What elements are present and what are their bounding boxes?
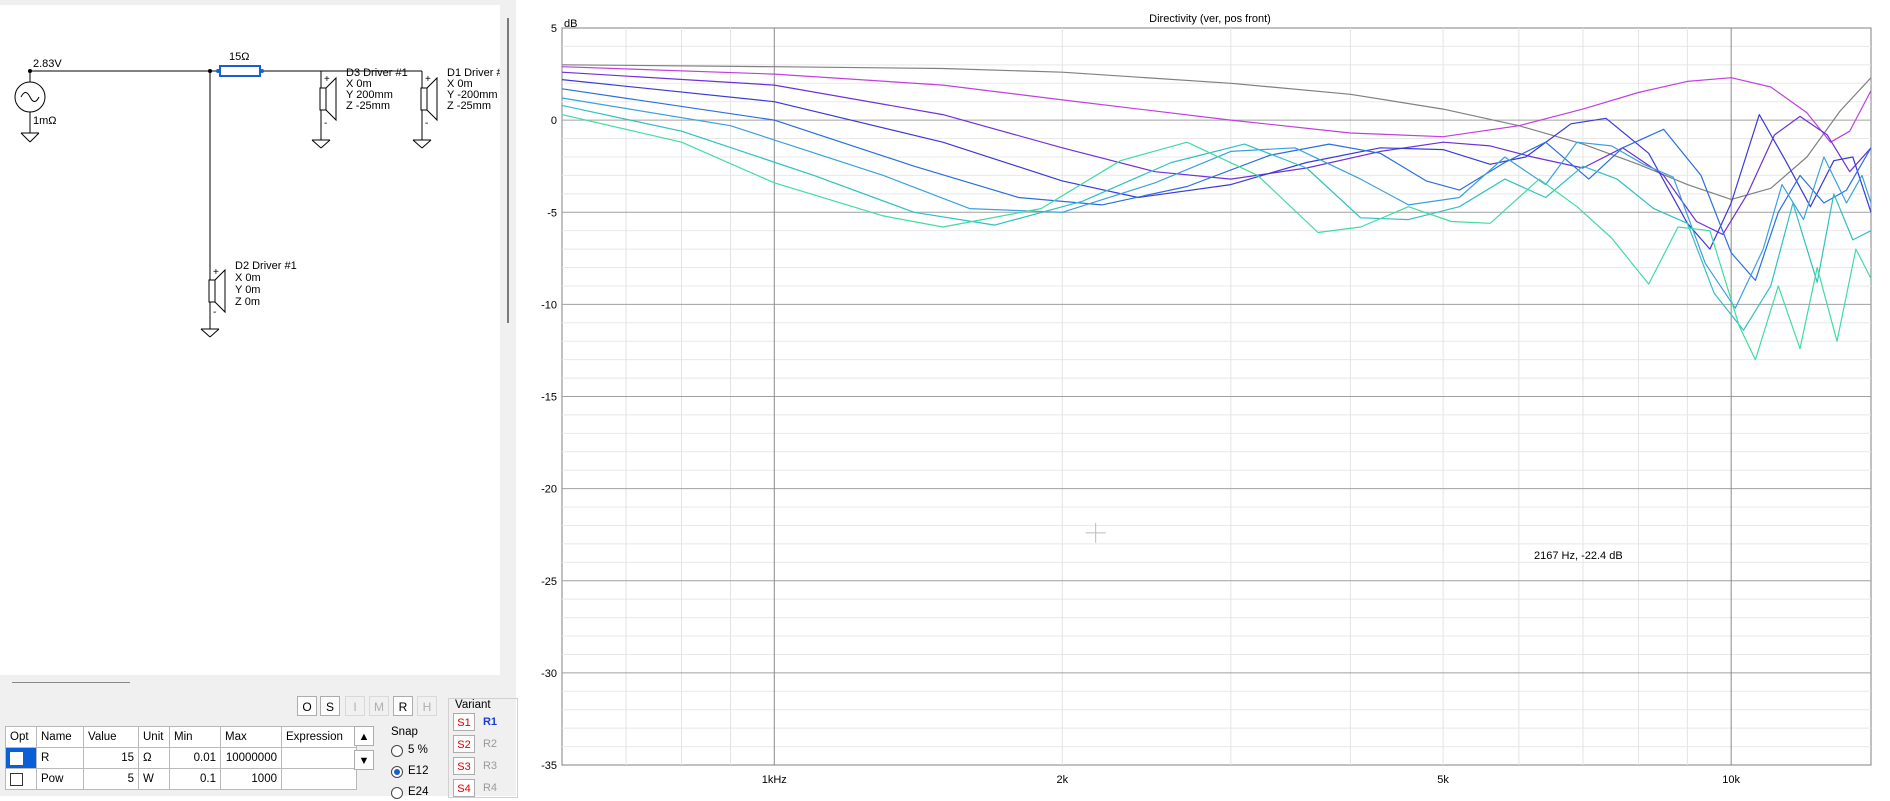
svg-text:+: + xyxy=(324,74,330,85)
value-cell[interactable]: 5 xyxy=(83,768,139,790)
driver-d3-z: Z -25mm xyxy=(346,100,390,112)
x-tick-label: 10k xyxy=(1722,774,1740,786)
variant-group: Variant S1 R1 S2 R2 S3 R3 S4 R4 xyxy=(448,698,518,798)
col-max: Max xyxy=(220,726,282,748)
variant-title: Variant xyxy=(455,699,491,711)
optimize-checkbox[interactable] xyxy=(10,751,23,765)
option-s-button[interactable]: S xyxy=(320,696,340,716)
variant-r2-button[interactable]: R2 xyxy=(479,735,501,753)
min-cell[interactable]: 0.1 xyxy=(169,768,221,790)
driver-d2-y: Y 0m xyxy=(235,284,260,296)
snap-title: Snap xyxy=(391,726,418,738)
optimize-checkbox[interactable] xyxy=(10,772,23,786)
variant-s4-button[interactable]: S4 xyxy=(453,779,475,797)
y-tick-label: -5 xyxy=(547,207,557,219)
y-tick-label: -25 xyxy=(541,576,557,588)
svg-text:-: - xyxy=(324,118,327,129)
snap-e24-radio[interactable] xyxy=(391,787,403,799)
variant-r3-button[interactable]: R3 xyxy=(479,757,501,775)
svg-text:+: + xyxy=(425,74,431,85)
unit-cell: W xyxy=(138,768,170,790)
variant-s1-button[interactable]: S1 xyxy=(453,713,475,731)
y-tick-label: 0 xyxy=(551,115,557,127)
svg-text:-: - xyxy=(425,118,428,129)
arrow-up-icon: ▲ xyxy=(358,731,370,743)
option-m-button[interactable]: M xyxy=(369,696,389,716)
y-tick-label: -10 xyxy=(541,299,557,311)
source-voltage-label: 2.83V xyxy=(33,58,62,70)
col-opt: Opt xyxy=(5,726,37,748)
driver-d2-z: Z 0m xyxy=(235,296,260,308)
variant-s3-button[interactable]: S3 xyxy=(453,757,475,775)
opt-cell[interactable] xyxy=(5,747,37,769)
value-cell[interactable]: 15 xyxy=(83,747,139,769)
expression-cell[interactable] xyxy=(281,747,357,769)
y-tick-label: -30 xyxy=(541,668,557,680)
snap-e24-label: E24 xyxy=(408,786,429,798)
x-tick-label: 5k xyxy=(1437,774,1449,786)
resistor-label: 15Ω xyxy=(229,51,249,63)
max-cell[interactable]: 1000 xyxy=(220,768,282,790)
schematic-scrollbar[interactable] xyxy=(507,18,509,323)
option-i-button[interactable]: I xyxy=(345,696,365,716)
variant-s2-button[interactable]: S2 xyxy=(453,735,475,753)
driver-d1-z: Z -25mm xyxy=(447,100,491,112)
move-down-button[interactable]: ▼ xyxy=(354,750,374,770)
parameter-table: Opt Name Value Unit Min Max Expression R… xyxy=(5,726,357,790)
name-cell: R xyxy=(36,747,84,769)
variant-r1-button[interactable]: R1 xyxy=(479,713,501,731)
driver-d2-x: X 0m xyxy=(235,272,261,284)
move-up-button[interactable]: ▲ xyxy=(354,726,374,746)
left-pane: + - + - + - 2.83V 1mΩ 15Ω D3 Driver #1 X 0m… xyxy=(0,0,518,799)
y-tick-label: 5 xyxy=(551,23,557,35)
col-unit: Unit xyxy=(138,726,170,748)
option-r-button[interactable]: R xyxy=(393,696,413,716)
snap-e12-radio[interactable] xyxy=(391,766,403,778)
col-expression: Expression xyxy=(281,726,357,748)
snap-group: Snap 5 % E12 E24 xyxy=(386,726,440,799)
svg-text:-: - xyxy=(213,307,216,318)
col-min: Min xyxy=(169,726,221,748)
y-axis-unit: dB xyxy=(564,18,577,30)
variant-r4-button[interactable]: R4 xyxy=(479,779,501,797)
unit-cell: Ω xyxy=(138,747,170,769)
opt-cell[interactable] xyxy=(5,768,37,790)
expression-cell[interactable] xyxy=(281,768,357,790)
table-row[interactable]: R 15 Ω 0.01 10000000 xyxy=(5,747,357,769)
col-name: Name xyxy=(36,726,84,748)
cursor-readout: 2167 Hz, -22.4 dB xyxy=(1534,550,1623,562)
x-tick-label: 2k xyxy=(1057,774,1069,786)
schematic-canvas[interactable]: + - + - + - 2.83V 1mΩ 15Ω D3 Driver #1 X 0m… xyxy=(0,5,504,675)
arrow-down-icon: ▼ xyxy=(358,755,370,767)
y-tick-label: -15 xyxy=(541,392,557,404)
driver-d2-name: D2 Driver #1 xyxy=(235,260,297,272)
min-cell[interactable]: 0.01 xyxy=(169,747,221,769)
snap-5pct-radio[interactable] xyxy=(391,745,403,757)
chart-svg: 5 0 -5 -10 -15 -20 -25 -30 -35 1kHz 2k 5k 10k Direct… xyxy=(541,13,1872,786)
svg-text:+: + xyxy=(213,267,219,278)
snap-5pct-label: 5 % xyxy=(408,744,428,756)
panel-splitter[interactable] xyxy=(12,682,130,683)
directivity-chart[interactable]: 5 0 -5 -10 -15 -20 -25 -30 -35 1kHz 2k 5k 10k Direct… xyxy=(516,0,1890,801)
option-o-button[interactable]: O xyxy=(297,696,317,716)
col-value: Value xyxy=(83,726,139,748)
snap-e12-label: E12 xyxy=(408,765,429,777)
max-cell[interactable]: 10000000 xyxy=(220,747,282,769)
chart-title: Directivity (ver, pos front) xyxy=(1149,13,1271,25)
name-cell: Pow xyxy=(36,768,84,790)
table-row[interactable]: Pow 5 W 0.1 1000 xyxy=(5,768,357,790)
table-header: Opt Name Value Unit Min Max Expression xyxy=(5,726,357,748)
source-resistance-label: 1mΩ xyxy=(33,115,57,127)
resistor-r1[interactable] xyxy=(219,65,261,77)
y-tick-label: -35 xyxy=(541,760,557,772)
y-tick-label: -20 xyxy=(541,484,557,496)
x-tick-label: 1kHz xyxy=(762,774,787,786)
option-h-button[interactable]: H xyxy=(417,696,437,716)
schematic-diagram: +- +- +- 2.83V 1mΩ 15Ω D3 Driver #1 X 0m… xyxy=(14,51,504,338)
